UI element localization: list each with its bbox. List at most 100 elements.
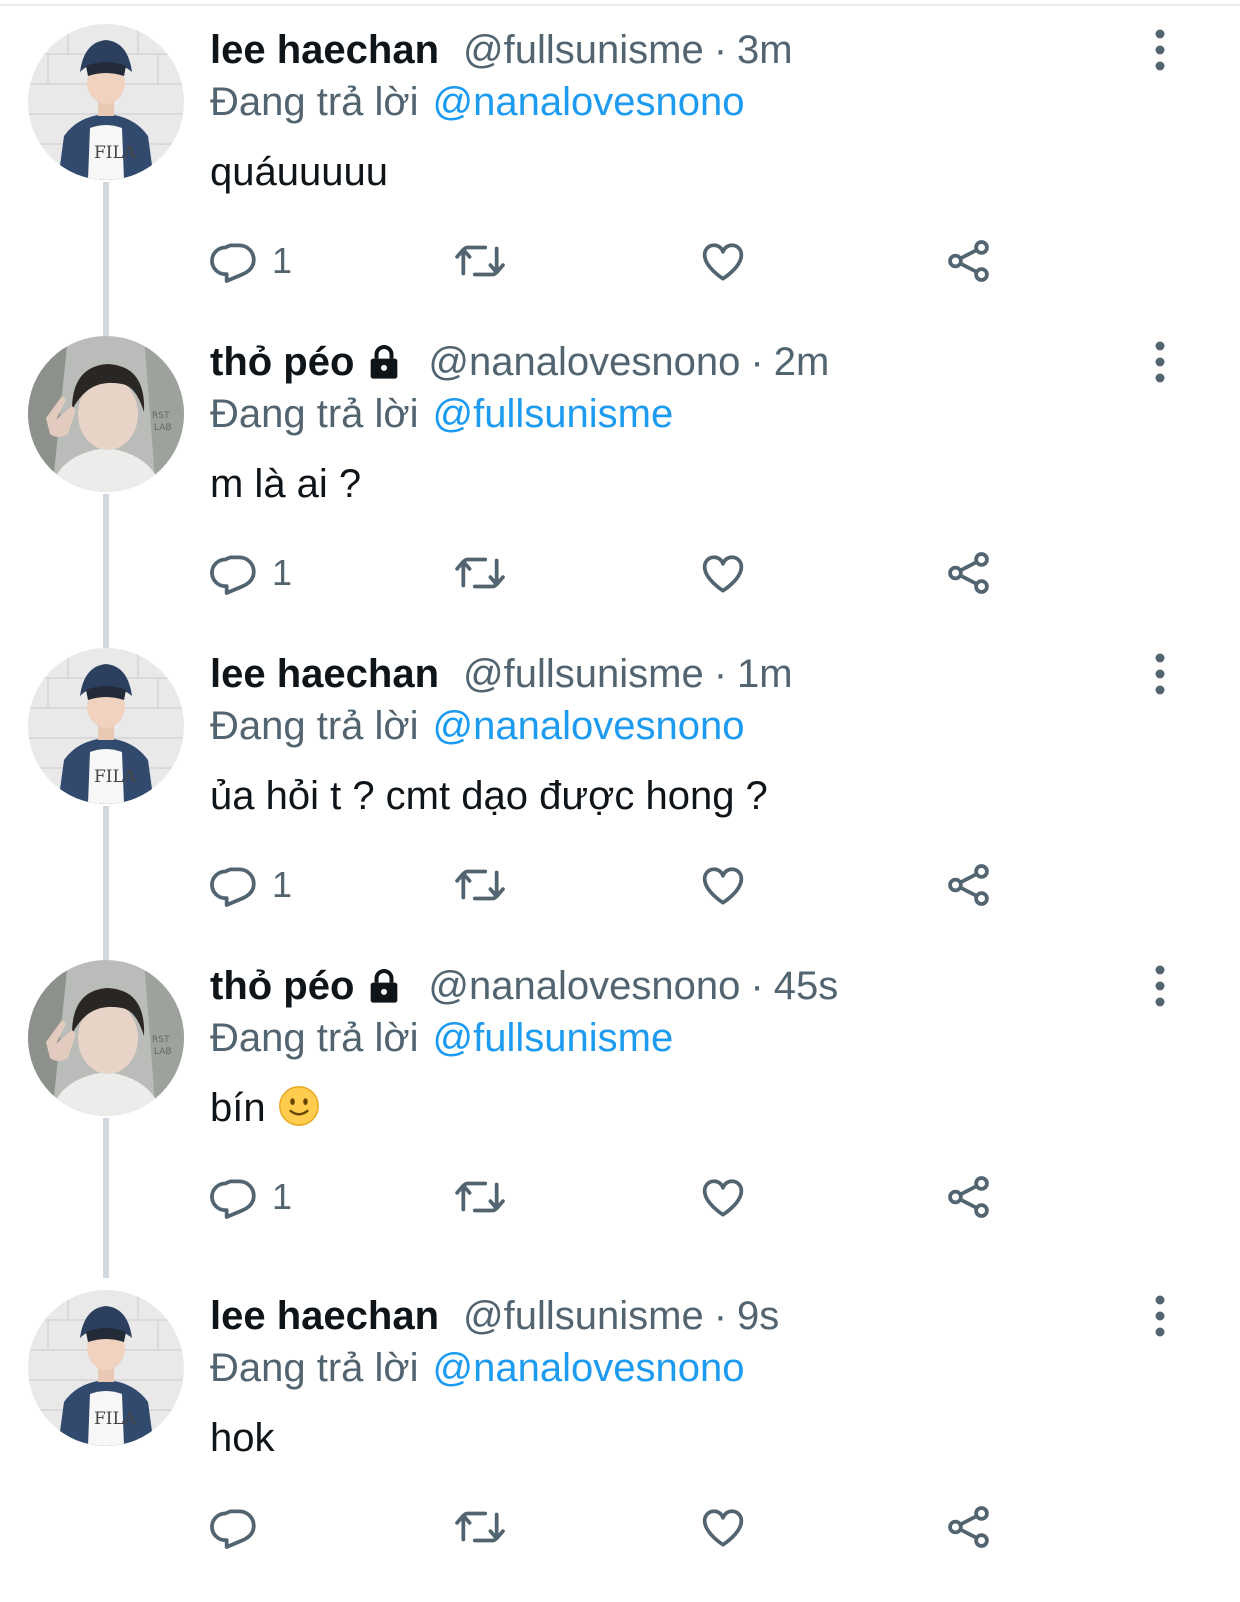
- tweet-text: ủa hỏi t ? cmt dạo được hong ?: [210, 770, 768, 822]
- tweet-body: hok: [210, 1416, 275, 1460]
- slightly-smiling-face-icon: [278, 1085, 320, 1127]
- jaemin-avatar-icon: [28, 336, 184, 492]
- tweet-header: thỏ péo @nanalovesnono · 45s: [210, 960, 838, 1012]
- more-options-icon[interactable]: [1140, 1294, 1180, 1338]
- reply-count: 1: [272, 864, 293, 905]
- mention-link[interactable]: @nanalovesnono: [433, 1346, 745, 1390]
- tweet-actions: [210, 1502, 1010, 1552]
- tweet[interactable]: lee haechan @fullsunisme · 3m Đang trả l…: [0, 24, 1240, 342]
- author-name[interactable]: lee haechan: [210, 648, 439, 700]
- haechan-avatar-icon: [28, 648, 184, 804]
- mention-link[interactable]: @nanalovesnono: [433, 80, 745, 124]
- replying-to: Đang trả lời @fullsunisme: [210, 1012, 673, 1064]
- tweet-body: ủa hỏi t ? cmt dạo được hong ?: [210, 774, 768, 818]
- replying-to-label: Đang trả lời: [210, 392, 419, 436]
- reply-button[interactable]: 1: [210, 236, 292, 286]
- reply-button[interactable]: 1: [210, 1172, 292, 1222]
- author-handle[interactable]: @fullsunisme: [463, 24, 704, 76]
- avatar[interactable]: [28, 648, 184, 804]
- retweet-icon: [452, 548, 508, 598]
- author-handle[interactable]: @nanalovesnono: [428, 336, 740, 388]
- timestamp[interactable]: 45s: [774, 960, 839, 1012]
- tweet-body: bín: [210, 1086, 266, 1130]
- heart-icon: [698, 548, 748, 598]
- share-button[interactable]: [944, 236, 994, 286]
- tweet-actions: 1: [210, 548, 1010, 598]
- replying-to: Đang trả lời @nanalovesnono: [210, 1342, 745, 1394]
- thread-connector: [103, 806, 109, 966]
- author-name[interactable]: thỏ péo: [210, 336, 354, 388]
- tweet-header: lee haechan @fullsunisme · 9s: [210, 1290, 779, 1342]
- timestamp[interactable]: 2m: [774, 336, 830, 388]
- lock-icon: [364, 966, 404, 1006]
- like-button[interactable]: [698, 548, 748, 598]
- tweet-header: thỏ péo @nanalovesnono · 2m: [210, 336, 829, 388]
- like-button[interactable]: [698, 1502, 748, 1552]
- separator-dot: ·: [713, 28, 728, 72]
- share-button[interactable]: [944, 860, 994, 910]
- tweet-text: hok: [210, 1412, 275, 1464]
- like-button[interactable]: [698, 1172, 748, 1222]
- share-button[interactable]: [944, 1172, 994, 1222]
- reply-count: 1: [272, 240, 293, 281]
- mention-link[interactable]: @nanalovesnono: [433, 704, 745, 748]
- like-button[interactable]: [698, 860, 748, 910]
- share-icon: [944, 1172, 994, 1222]
- avatar[interactable]: [28, 24, 184, 180]
- retweet-button[interactable]: [452, 236, 508, 286]
- author-handle[interactable]: @fullsunisme: [463, 1290, 704, 1342]
- reply-count: 1: [272, 1176, 293, 1217]
- retweet-button[interactable]: [452, 860, 508, 910]
- timestamp[interactable]: 9s: [737, 1290, 779, 1342]
- avatar[interactable]: [28, 336, 184, 492]
- retweet-icon: [452, 236, 508, 286]
- timestamp[interactable]: 3m: [737, 24, 793, 76]
- avatar[interactable]: [28, 960, 184, 1116]
- tweet[interactable]: thỏ péo @nanalovesnono · 2m Đang trả lời…: [0, 336, 1240, 654]
- author-name[interactable]: lee haechan: [210, 24, 439, 76]
- reply-icon: [210, 236, 260, 286]
- replying-to: Đang trả lời @fullsunisme: [210, 388, 673, 440]
- retweet-icon: [452, 860, 508, 910]
- retweet-icon: [452, 1172, 508, 1222]
- heart-icon: [698, 860, 748, 910]
- like-button[interactable]: [698, 236, 748, 286]
- timestamp[interactable]: 1m: [737, 648, 793, 700]
- share-button[interactable]: [944, 548, 994, 598]
- reply-button[interactable]: 1: [210, 548, 292, 598]
- share-icon: [944, 860, 994, 910]
- avatar[interactable]: [28, 1290, 184, 1446]
- mention-link[interactable]: @fullsunisme: [433, 1016, 674, 1060]
- tweet[interactable]: lee haechan @fullsunisme · 1m Đang trả l…: [0, 648, 1240, 966]
- author-handle[interactable]: @nanalovesnono: [428, 960, 740, 1012]
- share-button[interactable]: [944, 1502, 994, 1552]
- retweet-button[interactable]: [452, 1172, 508, 1222]
- separator-dot: ·: [750, 964, 764, 1008]
- retweet-icon: [452, 1502, 508, 1552]
- author-name[interactable]: thỏ péo: [210, 960, 354, 1012]
- tweet-text: m là ai ?: [210, 458, 361, 510]
- replying-to-label: Đang trả lời: [210, 704, 419, 748]
- tweet[interactable]: lee haechan @fullsunisme · 9s Đang trả l…: [0, 1290, 1240, 1602]
- jaemin-avatar-icon: [28, 960, 184, 1116]
- more-options-icon[interactable]: [1140, 964, 1180, 1008]
- reply-button[interactable]: 1: [210, 860, 292, 910]
- retweet-button[interactable]: [452, 548, 508, 598]
- reply-count: 1: [272, 552, 293, 593]
- heart-icon: [698, 1502, 748, 1552]
- more-options-icon[interactable]: [1140, 340, 1180, 384]
- more-options-icon[interactable]: [1140, 28, 1180, 72]
- mention-link[interactable]: @fullsunisme: [433, 392, 674, 436]
- tweet-actions: 1: [210, 860, 1010, 910]
- replying-to: Đang trả lời @nanalovesnono: [210, 76, 745, 128]
- replying-to-label: Đang trả lời: [210, 1016, 419, 1060]
- heart-icon: [698, 236, 748, 286]
- more-options-icon[interactable]: [1140, 652, 1180, 696]
- haechan-avatar-icon: [28, 24, 184, 180]
- author-handle[interactable]: @fullsunisme: [463, 648, 704, 700]
- tweet[interactable]: thỏ péo @nanalovesnono · 45s Đang trả lờ…: [0, 960, 1240, 1278]
- reply-button[interactable]: [210, 1502, 272, 1552]
- tweet-actions: 1: [210, 236, 1010, 286]
- author-name[interactable]: lee haechan: [210, 1290, 439, 1342]
- retweet-button[interactable]: [452, 1502, 508, 1552]
